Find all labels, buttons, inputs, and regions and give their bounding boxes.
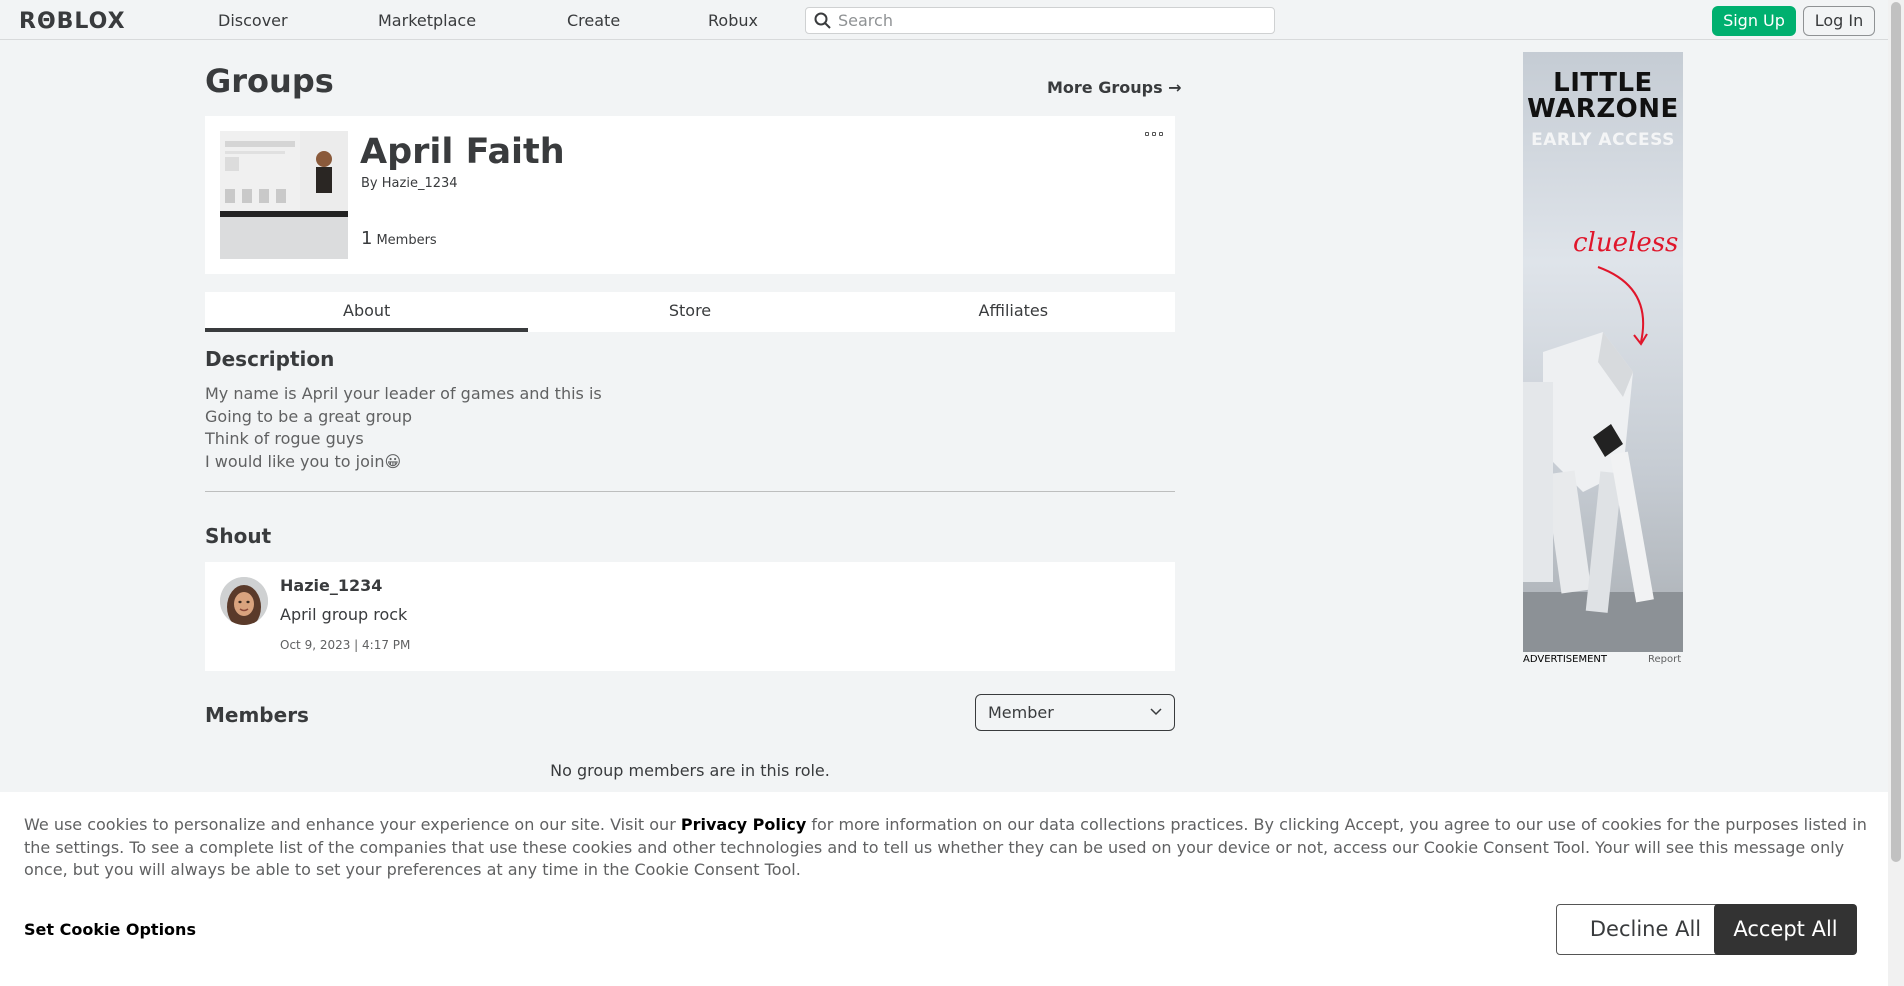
- description-text: My name is April your leader of games an…: [205, 383, 602, 473]
- shout-card: Hazie_1234 April group rock Oct 9, 2023 …: [205, 562, 1175, 671]
- group-tabs: About Store Affiliates: [205, 292, 1175, 332]
- cookie-message: We use cookies to personalize and enhanc…: [24, 814, 1874, 882]
- group-owner-link[interactable]: Hazie_1234: [382, 176, 458, 191]
- ad-artwork: [1523, 266, 1683, 652]
- group-header-card: April Faith By Hazie_1234 1 Members: [205, 116, 1175, 274]
- description-line: Going to be a great group: [205, 406, 412, 426]
- shout-username[interactable]: Hazie_1234: [280, 576, 382, 595]
- cookie-banner: We use cookies to personalize and enhanc…: [0, 792, 1888, 986]
- description-line: I would like you to join😀: [205, 451, 402, 471]
- page-scrollbar[interactable]: [1888, 0, 1904, 986]
- accept-all-button[interactable]: Accept All: [1714, 904, 1857, 955]
- description-line: Think of rogue guys: [205, 429, 364, 448]
- nav-create[interactable]: Create: [567, 11, 620, 30]
- ad-report-link[interactable]: Report: [1648, 654, 1681, 665]
- set-cookie-options-link[interactable]: Set Cookie Options: [24, 920, 196, 939]
- privacy-policy-link[interactable]: Privacy Policy: [681, 815, 806, 834]
- ad-label: ADVERTISEMENT: [1523, 654, 1608, 665]
- shout-timestamp: Oct 9, 2023 | 4:17 PM: [280, 638, 411, 652]
- signup-button[interactable]: Sign Up: [1712, 6, 1796, 36]
- tab-affiliates[interactable]: Affiliates: [852, 292, 1175, 332]
- nav-robux[interactable]: Robux: [708, 11, 758, 30]
- nav-discover[interactable]: Discover: [218, 11, 288, 30]
- chevron-down-icon: [1150, 708, 1162, 716]
- advertisement-banner[interactable]: LITTLE WARZONE EARLY ACCESS clueless: [1523, 52, 1683, 652]
- tab-store[interactable]: Store: [528, 292, 851, 332]
- member-count-value: 1: [361, 228, 373, 249]
- description-line: My name is April your leader of games an…: [205, 384, 602, 403]
- search-icon: [814, 12, 831, 29]
- more-groups-link[interactable]: More Groups →: [1047, 78, 1182, 97]
- group-owner-line: By Hazie_1234: [361, 176, 458, 191]
- nav-marketplace[interactable]: Marketplace: [378, 11, 476, 30]
- group-emblem: [220, 131, 348, 259]
- by-label: By: [361, 176, 378, 191]
- avatar[interactable]: [220, 577, 268, 625]
- cookie-text-part: We use cookies to personalize and enhanc…: [24, 815, 681, 834]
- section-divider: [205, 491, 1175, 492]
- top-nav: RΘBLOX Discover Marketplace Create Robux…: [0, 0, 1888, 40]
- more-options-icon[interactable]: [1145, 132, 1163, 140]
- search-box[interactable]: [805, 7, 1275, 34]
- role-dropdown-value: Member: [988, 703, 1054, 722]
- member-count-label: Members: [376, 233, 437, 248]
- members-heading: Members: [205, 703, 309, 727]
- shout-heading: Shout: [205, 524, 272, 548]
- roblox-logo[interactable]: RΘBLOX: [19, 9, 126, 34]
- scrollbar-thumb[interactable]: [1891, 2, 1901, 862]
- shout-message: April group rock: [280, 605, 408, 624]
- tab-about[interactable]: About: [205, 292, 529, 332]
- login-button[interactable]: Log In: [1803, 6, 1875, 36]
- role-dropdown[interactable]: Member: [975, 694, 1175, 731]
- decline-all-button[interactable]: Decline All: [1556, 904, 1735, 955]
- page-title: Groups: [205, 62, 334, 100]
- group-member-count: 1 Members: [361, 228, 437, 249]
- no-members-message: No group members are in this role.: [550, 761, 830, 780]
- description-heading: Description: [205, 347, 335, 371]
- search-input[interactable]: [838, 10, 1258, 31]
- group-name: April Faith: [360, 132, 565, 172]
